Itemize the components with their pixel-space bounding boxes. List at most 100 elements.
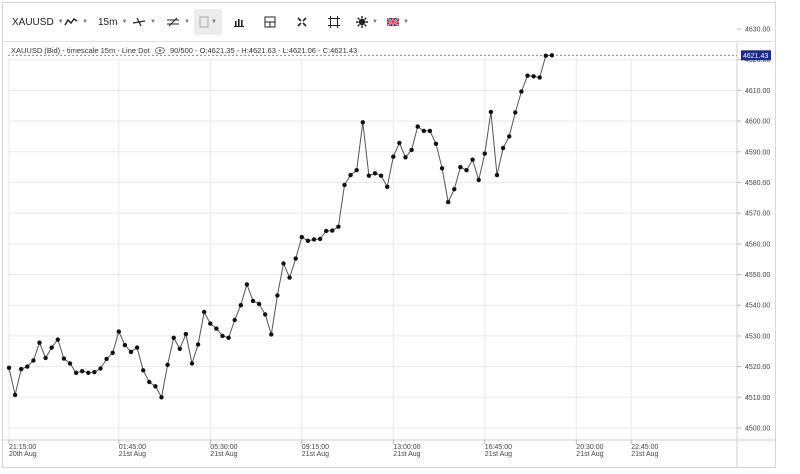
data-point <box>238 303 243 308</box>
data-point <box>31 358 36 363</box>
data-point <box>482 151 487 156</box>
x-tick-time: 22:45:00 <box>631 444 658 451</box>
data-point <box>104 356 109 362</box>
price-series-line <box>8 54 552 399</box>
data-point <box>378 173 384 178</box>
data-point <box>183 331 189 337</box>
data-point <box>537 75 542 80</box>
x-tick-time: 09:15:00 <box>302 444 329 451</box>
data-point <box>55 337 60 342</box>
data-point <box>525 73 530 78</box>
data-point <box>220 333 225 339</box>
data-point <box>116 329 122 334</box>
x-tick-date: 21st Aug <box>576 451 603 458</box>
data-point <box>153 384 158 389</box>
x-tick-time: 05:30:00 <box>210 444 237 451</box>
x-tick-date: 21st Aug <box>631 451 658 458</box>
y-tick-label: 4630.00 <box>745 27 770 34</box>
data-point <box>354 168 359 173</box>
data-point <box>488 109 494 115</box>
data-point <box>73 370 79 375</box>
data-point <box>92 369 97 375</box>
data-point <box>409 147 414 153</box>
data-point <box>110 350 115 355</box>
data-point <box>342 182 347 188</box>
data-point <box>348 172 353 178</box>
data-point <box>250 298 256 304</box>
data-point <box>513 110 518 115</box>
data-point <box>226 335 231 340</box>
data-point <box>12 392 18 398</box>
chart-grid <box>8 58 737 440</box>
data-point <box>397 140 402 146</box>
data-point <box>293 256 298 261</box>
x-tick-date: 21st Aug <box>485 451 512 458</box>
data-point <box>256 301 262 307</box>
price-series-dots <box>6 53 555 400</box>
data-point <box>549 53 555 58</box>
data-point <box>433 141 439 146</box>
data-point <box>244 282 250 287</box>
data-point <box>317 236 323 242</box>
price-axis: 4500.00 4510.00 4520.00 4530.00 4540.00 4550.… <box>737 27 770 433</box>
data-point <box>80 369 85 374</box>
data-point <box>208 321 213 326</box>
data-point <box>439 166 445 171</box>
data-point <box>299 234 304 240</box>
current-price-badge: 4621.43 <box>741 50 771 61</box>
data-point <box>195 342 201 347</box>
y-tick-label: 4550.00 <box>745 272 770 279</box>
y-tick-label: 4520.00 <box>745 364 770 371</box>
data-point <box>336 224 341 229</box>
data-point <box>372 171 378 176</box>
data-point <box>275 293 280 298</box>
data-point <box>305 238 311 243</box>
x-tick-time: 13:00:00 <box>393 444 420 451</box>
data-point <box>177 346 182 351</box>
data-point <box>49 345 54 350</box>
data-point <box>122 342 128 348</box>
data-point <box>507 134 512 139</box>
time-axis: 21:15:0020th Aug01:45:0021st Aug05:30:00… <box>8 440 659 458</box>
data-point <box>43 355 48 361</box>
data-point <box>391 154 396 159</box>
data-point <box>25 364 30 369</box>
data-point <box>519 89 524 94</box>
data-point <box>165 362 170 367</box>
x-tick-time: 21:15:00 <box>9 444 36 451</box>
data-point <box>171 335 176 340</box>
data-point <box>311 237 317 242</box>
data-point <box>147 379 152 385</box>
data-point <box>403 155 408 160</box>
data-point <box>67 361 73 366</box>
y-tick-label: 4570.00 <box>745 211 770 218</box>
y-tick-label: 4580.00 <box>745 180 770 187</box>
price-chart[interactable]: 4500.00 4510.00 4520.00 4530.00 4540.00 4550.… <box>0 0 800 474</box>
data-point <box>6 365 12 370</box>
x-tick-date: 21st Aug <box>393 451 420 458</box>
data-point <box>415 124 420 129</box>
data-point <box>476 177 481 183</box>
x-tick-time: 16:45:00 <box>485 444 512 451</box>
data-point <box>464 168 469 173</box>
data-point <box>287 275 292 280</box>
data-point <box>458 164 463 170</box>
data-point <box>470 157 475 162</box>
data-point <box>500 145 506 151</box>
x-tick-date: 20th Aug <box>9 451 37 458</box>
data-point <box>543 53 548 58</box>
data-point <box>128 349 134 355</box>
data-point <box>421 128 426 134</box>
y-tick-label: 4510.00 <box>745 395 770 402</box>
data-point <box>214 326 219 331</box>
data-point <box>159 395 164 400</box>
data-point <box>269 332 274 337</box>
y-tick-label: 4610.00 <box>745 88 770 95</box>
data-point <box>98 366 103 371</box>
price-badge-label: 4621.43 <box>743 53 768 60</box>
y-tick-label: 4500.00 <box>745 426 770 433</box>
x-tick-time: 20:30:00 <box>576 444 603 451</box>
data-point <box>446 199 451 205</box>
y-tick-label: 4600.00 <box>745 119 770 126</box>
data-point <box>324 228 329 234</box>
